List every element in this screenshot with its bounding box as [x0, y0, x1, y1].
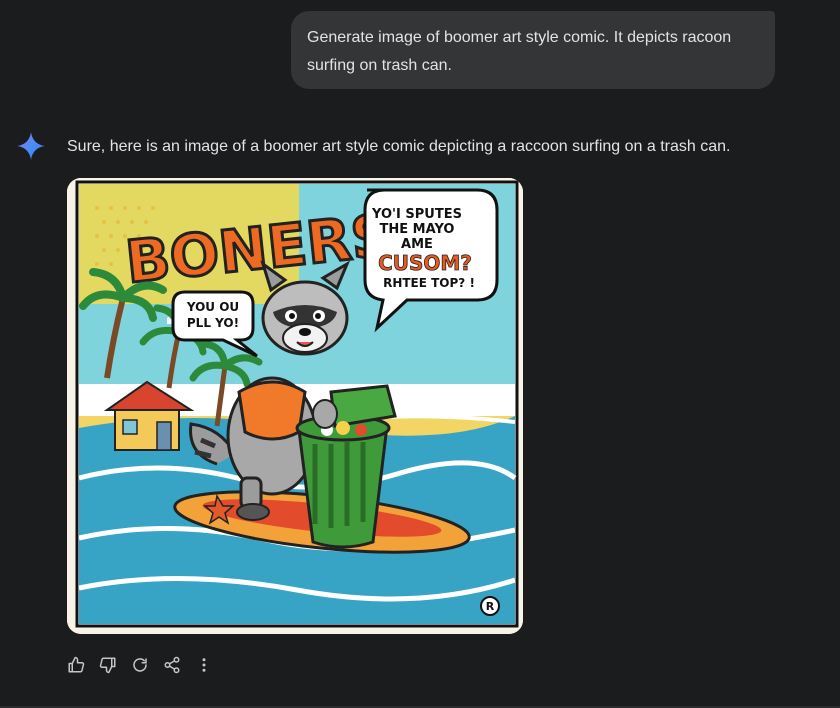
regenerate-button[interactable]: [128, 653, 152, 677]
thumbs-down-icon: [99, 657, 116, 674]
thumbs-down-button[interactable]: [96, 653, 120, 677]
response-action-bar: [64, 653, 224, 677]
user-message-text: Generate image of boomer art style comic…: [307, 29, 732, 74]
comic-illustration: BONERS YO'I SPUTES THE MAYO AME CUSOM? R…: [67, 178, 523, 634]
svg-text:PLL YO!: PLL YO!: [187, 316, 239, 330]
gemini-sparkle-icon: [17, 132, 45, 160]
svg-text:YO'I SPUTES: YO'I SPUTES: [371, 207, 462, 222]
assistant-message-text: Sure, here is an image of a boomer art s…: [67, 138, 731, 155]
thumbs-up-icon: [68, 656, 85, 673]
svg-text:YOU OU: YOU OU: [186, 300, 239, 314]
thumbs-up-button[interactable]: [64, 653, 88, 677]
generated-comic-image[interactable]: BONERS YO'I SPUTES THE MAYO AME CUSOM? R…: [67, 178, 523, 634]
share-button[interactable]: [160, 653, 184, 677]
svg-text:AME: AME: [401, 237, 433, 252]
share-icon: [164, 656, 180, 674]
more-options-button[interactable]: [192, 653, 216, 677]
user-message-bubble: Generate image of boomer art style comic…: [291, 11, 775, 89]
svg-text:THE MAYO: THE MAYO: [380, 222, 455, 237]
more-vert-icon: [202, 658, 206, 672]
svg-text:CUSOM?: CUSOM?: [378, 251, 472, 275]
svg-text:RHTEE TOP? !: RHTEE TOP? !: [383, 276, 475, 290]
regenerate-icon: [133, 658, 147, 672]
svg-text:R: R: [486, 600, 495, 613]
registered-badge: R: [480, 596, 500, 616]
